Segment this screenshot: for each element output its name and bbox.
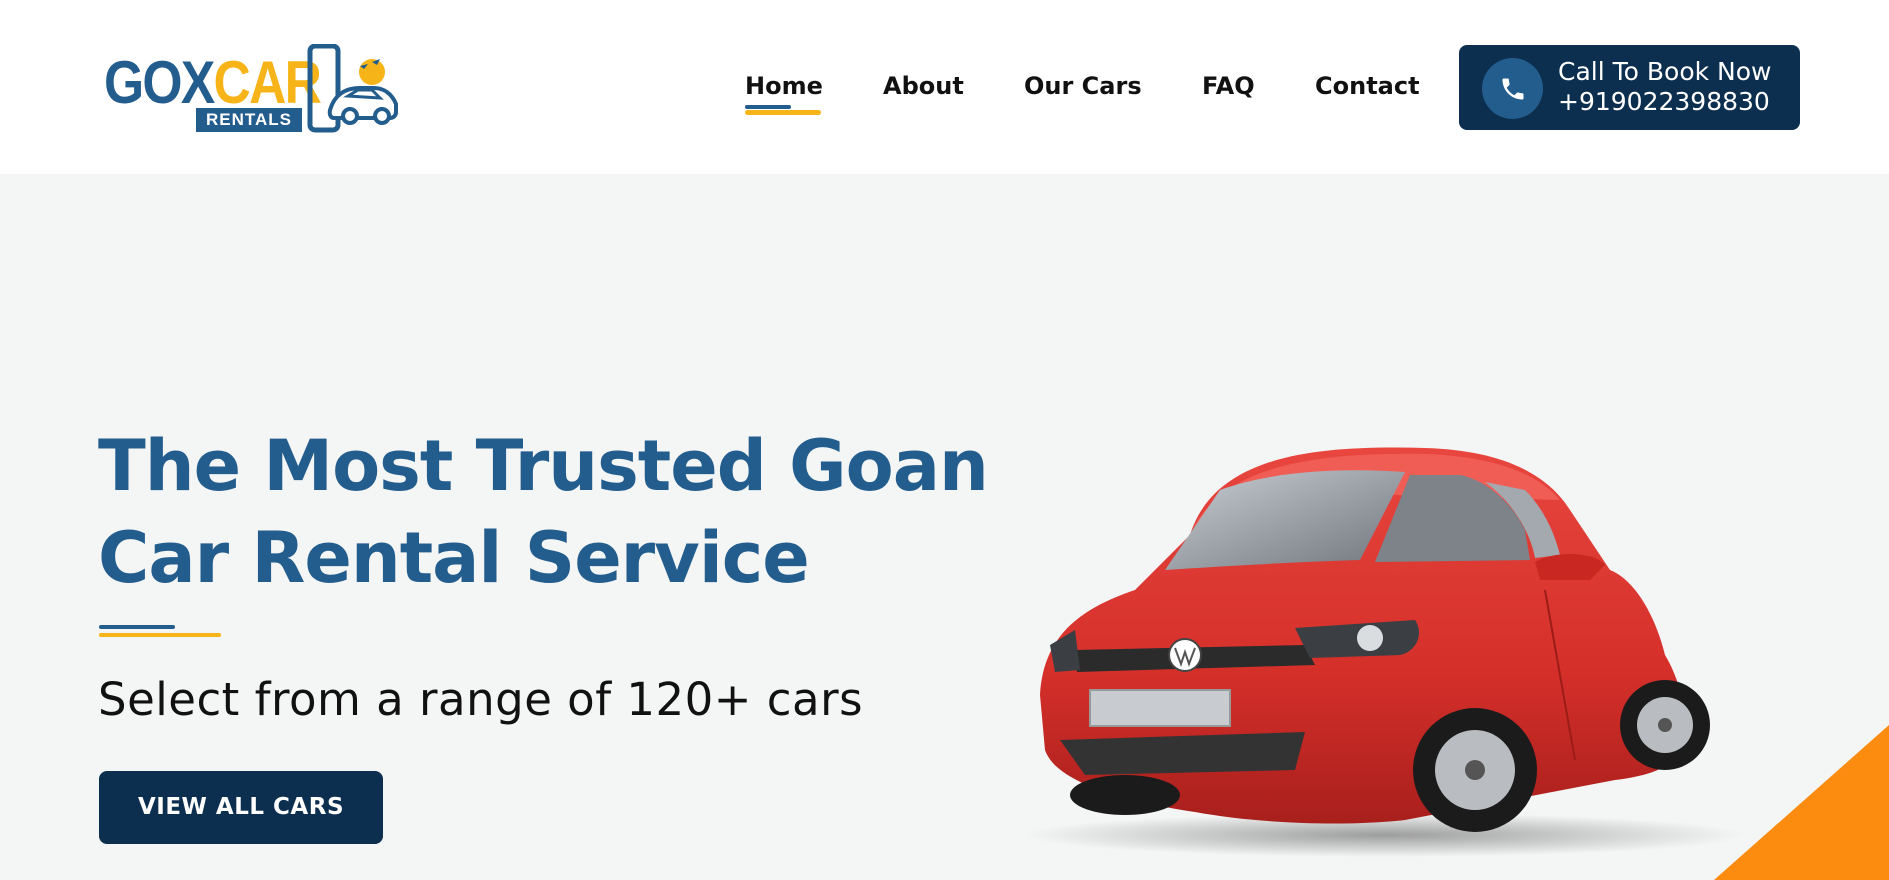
phone-icon-circle xyxy=(1482,58,1543,119)
nav-active-underline xyxy=(745,110,821,115)
nav-faq[interactable]: FAQ xyxy=(1202,70,1255,102)
nav-home[interactable]: Home xyxy=(745,70,823,102)
logo-car-phone-icon xyxy=(307,44,398,133)
hero-title-line-2: Car Rental Service xyxy=(98,517,810,599)
orange-corner-decoration xyxy=(1714,725,1889,880)
site-header: GOXCAR RENTALS Home About Our Cars FAQ C… xyxy=(0,0,1889,174)
cta-phone-number: +919022398830 xyxy=(1558,87,1770,116)
nav-our-cars[interactable]: Our Cars xyxy=(1024,70,1142,102)
nav-contact[interactable]: Contact xyxy=(1315,70,1420,102)
hero-title: The Most Trusted Goan Car Rental Service xyxy=(98,420,998,604)
cta-label: Call To Book Now xyxy=(1558,57,1772,86)
nav-about[interactable]: About xyxy=(883,70,964,102)
view-all-cars-button[interactable]: VIEW ALL CARS xyxy=(99,771,383,844)
title-accent-yellow xyxy=(99,633,221,637)
red-hatchback-car-image xyxy=(1025,447,1745,857)
nav-active-underline-accent xyxy=(745,105,791,109)
hero-title-line-1: The Most Trusted Goan xyxy=(98,425,989,507)
page: GOXCAR RENTALS Home About Our Cars FAQ C… xyxy=(0,0,1889,880)
logo[interactable]: GOXCAR RENTALS xyxy=(104,44,400,134)
hero-subtitle: Select from a range of 120+ cars xyxy=(98,673,864,726)
title-accent-blue xyxy=(99,625,175,629)
call-to-book-button[interactable]: Call To Book Now +919022398830 xyxy=(1459,45,1800,130)
phone-icon xyxy=(1502,78,1524,100)
logo-badge: RENTALS xyxy=(196,108,302,132)
